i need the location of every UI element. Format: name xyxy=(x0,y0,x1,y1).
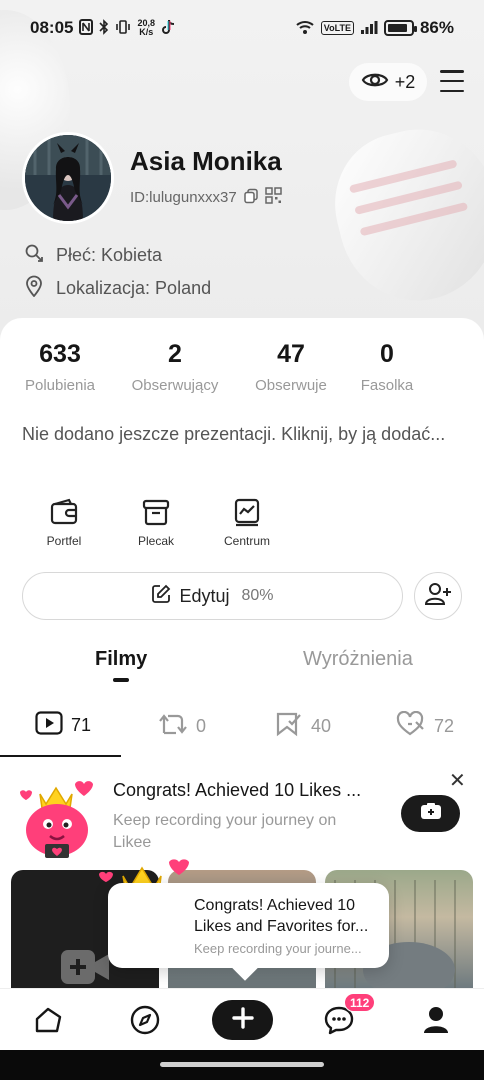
tool-label: Plecak xyxy=(137,534,175,548)
edit-icon xyxy=(151,584,171,609)
subtab-count: 40 xyxy=(311,716,332,736)
subtab-count: 0 xyxy=(196,716,207,736)
add-icon xyxy=(231,1006,254,1034)
stat-label: Obserwujący xyxy=(131,377,219,394)
profile-name: Asia Monika xyxy=(130,146,282,176)
gender-row: Płeć: Kobieta xyxy=(24,243,162,268)
copy-icon[interactable] xyxy=(243,188,259,208)
stat-likes[interactable]: 633 Polubienia xyxy=(18,340,102,394)
profile-bio[interactable]: Nie dodano jeszcze prezentacji. Kliknij,… xyxy=(22,420,462,448)
stat-label: Polubienia xyxy=(24,377,96,394)
add-video-button[interactable] xyxy=(212,1000,273,1040)
subtab-count: 72 xyxy=(434,716,455,736)
toast-title: Congrats! Achieved 10 Likes and Favorite… xyxy=(194,897,369,935)
add-user-icon xyxy=(424,582,452,611)
subtab-videos[interactable]: 71 xyxy=(35,711,91,740)
camera-icon xyxy=(420,802,442,825)
content-subtabs: 71 0 40 72 xyxy=(0,705,484,757)
subtab-saved[interactable]: 40 xyxy=(275,711,331,742)
tiktok-app-icon xyxy=(161,19,175,38)
visitors-button[interactable]: +2 xyxy=(349,63,427,101)
decor-heart-graphic xyxy=(319,113,484,317)
creator-center-icon xyxy=(207,494,287,530)
stat-followers[interactable]: 2 Obserwujący xyxy=(124,340,226,394)
volte-indicator: VoLTE xyxy=(320,21,354,35)
tools-row: Portfel Plecak Centrum xyxy=(0,494,484,554)
network-speed: 20,8 K/s xyxy=(137,18,156,37)
repost-icon xyxy=(158,711,188,742)
bluetooth-icon xyxy=(99,18,109,38)
tool-backpack[interactable]: Plecak xyxy=(116,494,196,548)
stats-row: 633 Polubienia 2 Obserwujący 47 Obserwuj… xyxy=(0,340,484,404)
home-indicator[interactable] xyxy=(160,1062,324,1067)
home-icon[interactable] xyxy=(28,1002,68,1038)
edit-label: Edytuj xyxy=(179,585,230,606)
bottom-navigation: 112 xyxy=(0,988,484,1050)
messages-badge: 112 xyxy=(344,993,376,1012)
menu-icon[interactable] xyxy=(440,70,464,92)
tool-label: Portfel xyxy=(46,534,82,548)
location-row: Lokalizacja: Poland xyxy=(24,275,211,302)
wallet-icon xyxy=(24,494,104,530)
subtab-liked[interactable]: 72 xyxy=(396,710,455,742)
record-button[interactable] xyxy=(401,795,460,832)
qr-code-icon[interactable] xyxy=(264,187,282,208)
tab-active-indicator xyxy=(113,678,129,682)
battery-icon xyxy=(383,20,417,36)
congrats-subtitle: Keep recording your journey on Likee xyxy=(113,812,337,851)
stat-value: 633 xyxy=(39,340,81,368)
location-pin-icon xyxy=(24,275,44,302)
stat-label: Obserwuje xyxy=(255,377,327,394)
location-text: Lokalizacja: Poland xyxy=(56,278,212,298)
stat-value: 2 xyxy=(168,340,182,368)
nfc-icon xyxy=(79,18,94,38)
wifi-icon xyxy=(295,19,315,38)
gender-text: Płeć: Kobieta xyxy=(56,245,163,265)
tab-highlights[interactable]: Wyróżnienia xyxy=(303,648,413,671)
tool-label: Centrum xyxy=(223,534,270,548)
battery-percent: 86% xyxy=(419,18,454,37)
subtab-reposts[interactable]: 0 xyxy=(158,711,206,742)
visitors-count: +2 xyxy=(394,71,416,92)
liked-icon xyxy=(396,710,426,742)
tab-videos[interactable]: Filmy xyxy=(95,648,147,671)
tool-wallet[interactable]: Portfel xyxy=(24,494,104,548)
subtab-count: 71 xyxy=(71,715,92,735)
toast-subtitle: Keep recording your journe... xyxy=(194,941,362,956)
congrats-banner[interactable]: Congrats! Achieved 10 Likes ... Keep rec… xyxy=(0,762,484,866)
profile-icon[interactable] xyxy=(416,1002,456,1038)
mascot-icon xyxy=(12,772,104,869)
signal-icon xyxy=(360,19,378,38)
backpack-icon xyxy=(116,494,196,530)
status-bar: 08:05 20,8 K/s VoLTE 86% xyxy=(0,0,484,56)
add-friend-button[interactable] xyxy=(414,572,462,620)
stat-value: 0 xyxy=(380,340,394,368)
eye-icon xyxy=(361,70,389,95)
tool-center[interactable]: Centrum xyxy=(207,494,287,548)
stat-value: 47 xyxy=(277,340,305,368)
edit-profile-button[interactable]: Edytuj 80% xyxy=(22,572,403,620)
profile-id-row: ID:lulugunxxx37 xyxy=(130,187,282,208)
subtab-active-indicator xyxy=(0,755,121,757)
avatar[interactable] xyxy=(22,132,114,224)
bookmark-icon xyxy=(275,711,303,742)
profile-id: ID:lulugunxxx37 xyxy=(130,189,237,206)
congrats-title: Congrats! Achieved 10 Likes ... xyxy=(113,780,362,800)
discover-icon[interactable] xyxy=(125,1002,165,1038)
gender-icon xyxy=(24,243,44,268)
achievement-toast[interactable]: Congrats! Achieved 10 Likes and Favorite… xyxy=(108,883,389,968)
status-time: 08:05 xyxy=(30,18,74,37)
stat-beans[interactable]: 0 Fasolka xyxy=(354,340,420,394)
stat-label: Fasolka xyxy=(360,377,414,394)
stat-following[interactable]: 47 Obserwuje xyxy=(249,340,333,394)
profile-completion: 80% xyxy=(241,587,274,604)
close-icon[interactable]: ✕ xyxy=(449,768,466,793)
video-icon xyxy=(35,711,63,740)
vibrate-icon xyxy=(115,19,131,38)
